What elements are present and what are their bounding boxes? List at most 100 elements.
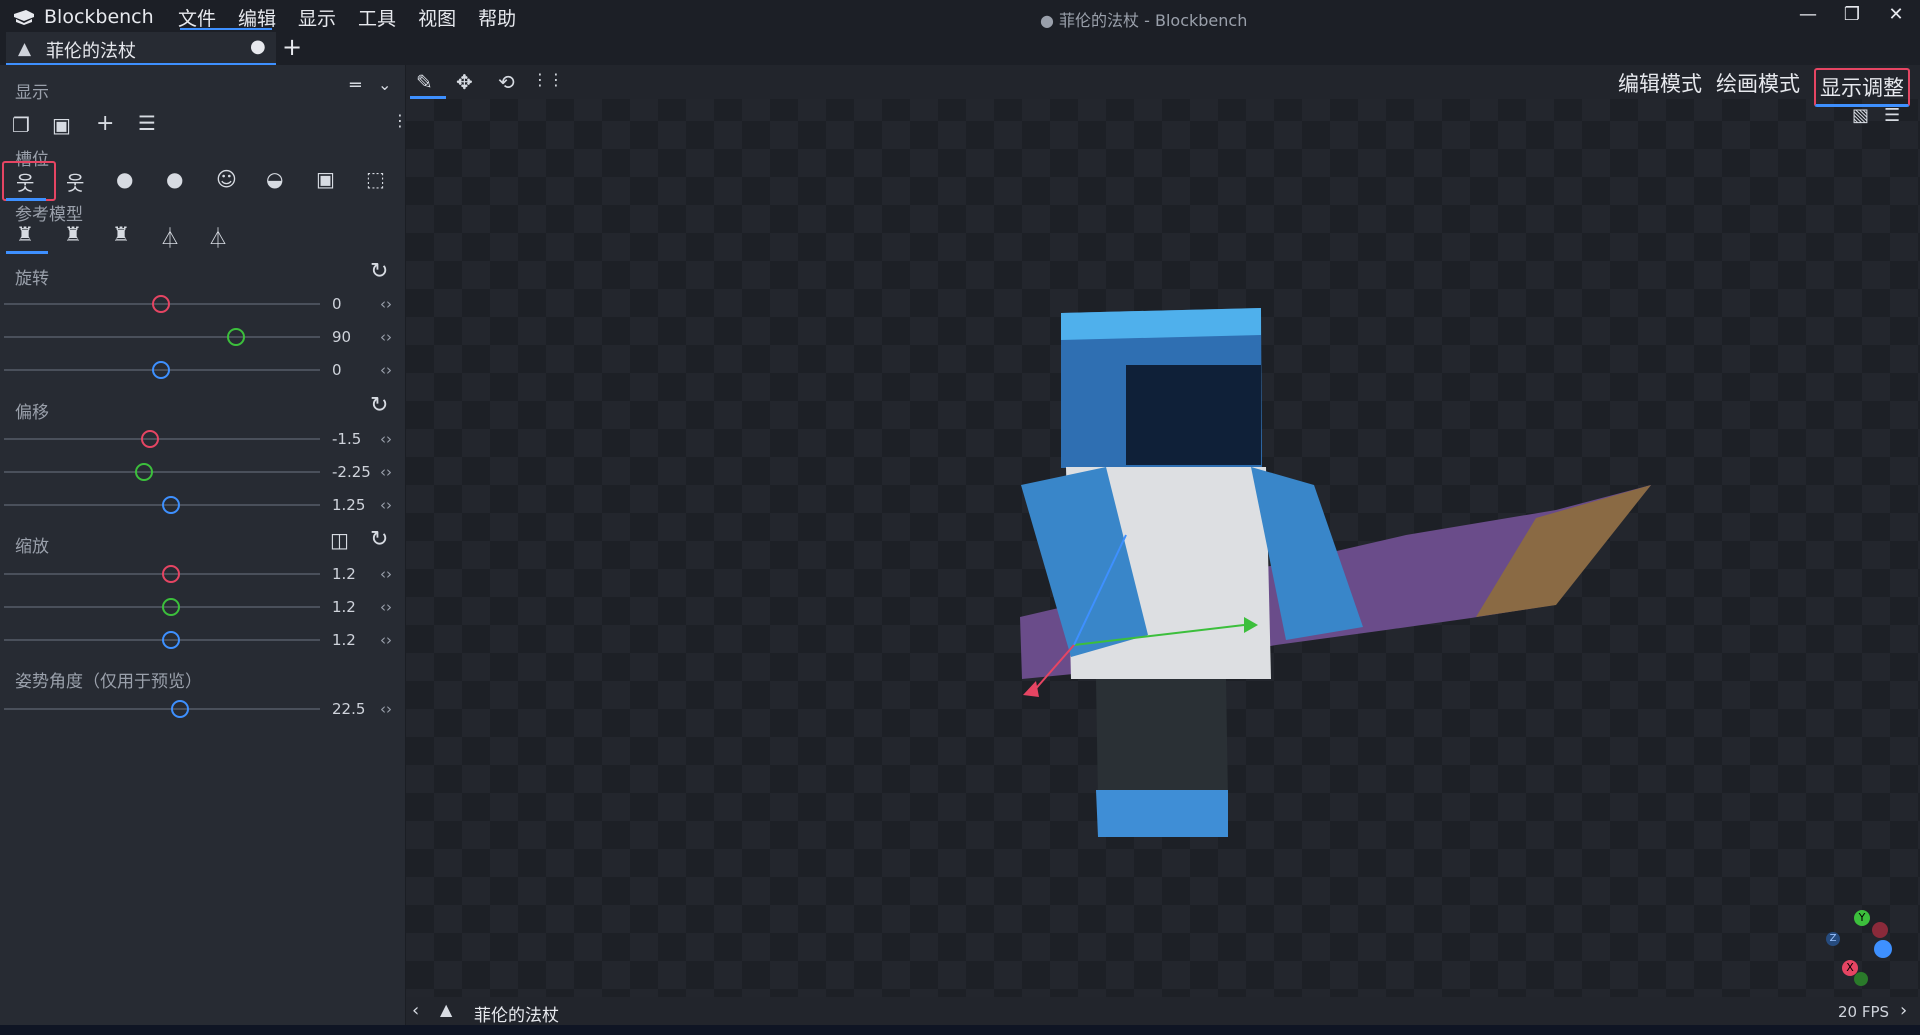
scale-x-arrows-icon[interactable]: ‹› (380, 565, 392, 583)
axis-y-negative-ball[interactable] (1854, 972, 1868, 986)
scale-y-knob[interactable] (162, 598, 180, 616)
viewport-menu-icon[interactable]: ☰ (1884, 105, 1900, 126)
scale-y-arrows-icon[interactable]: ‹› (380, 598, 392, 616)
menu-bar: 文件 编辑 显示 工具 视图 帮助 (176, 4, 518, 31)
scale-x-knob[interactable] (162, 565, 180, 583)
offset-z-value[interactable]: 1.25 (332, 496, 365, 514)
frame-slot-icon[interactable]: ▣ (316, 167, 335, 191)
viewport[interactable]: Y X Z (406, 65, 1920, 997)
pose-angle-arrows-icon[interactable]: ‹› (380, 700, 392, 718)
scale-x-value[interactable]: 1.2 (332, 565, 356, 583)
firstperson-righthand-icon[interactable]: ● (116, 167, 133, 191)
ground-slot-icon[interactable]: ◒ (266, 167, 283, 191)
reference-armor-stand-icon[interactable]: ⏃ (160, 222, 180, 251)
panel-menu-icon[interactable]: ═ (350, 75, 361, 96)
reset-rotation-icon[interactable]: ↻ (370, 259, 388, 284)
rotation-y-arrows-icon[interactable]: ‹› (380, 328, 392, 346)
rotation-z-knob[interactable] (152, 361, 170, 379)
thirdperson-righthand-icon[interactable]: 웃 (16, 167, 34, 196)
offset-x-arrows-icon[interactable]: ‹› (380, 430, 392, 448)
rotation-x-value[interactable]: 0 (332, 295, 342, 313)
reference-selected-underline (6, 251, 48, 254)
mirror-icon[interactable]: ◫ (330, 528, 349, 552)
offset-y-knob[interactable] (135, 463, 153, 481)
scale-z-value[interactable]: 1.2 (332, 631, 356, 649)
rotation-z-value[interactable]: 0 (332, 361, 342, 379)
screenshot-icon[interactable]: ▧ (1852, 105, 1869, 126)
display-mode-tab[interactable]: 显示调整 (1814, 68, 1910, 107)
select-pose-icon[interactable]: ✎ (416, 70, 433, 94)
paste-icon[interactable]: ▣ (52, 113, 71, 137)
new-tab-button[interactable]: + (282, 33, 302, 61)
gui-slot-icon[interactable]: ⬚ (366, 167, 385, 191)
pose-angle-value[interactable]: 22.5 (332, 700, 365, 718)
scale-z-arrows-icon[interactable]: ‹› (380, 631, 392, 649)
pose-angle-knob[interactable] (171, 700, 189, 718)
offset-label: 偏移 (15, 403, 49, 423)
rotation-x-arrows-icon[interactable]: ‹› (380, 295, 392, 313)
scale-z-knob[interactable] (162, 631, 180, 649)
menu-underline (180, 28, 272, 30)
copy-icon[interactable]: ❐ (12, 113, 30, 137)
reference-zombie-icon[interactable]: ♜ (64, 222, 82, 246)
rotate-tool-icon[interactable]: ⟲ (498, 70, 515, 94)
preset-list-icon[interactable]: ☰ (138, 111, 156, 135)
rotation-y-knob[interactable] (227, 328, 245, 346)
offset-z-arrows-icon[interactable]: ‹› (380, 496, 392, 514)
tab-project[interactable]: ▲ 菲伦的法杖 ● (6, 32, 276, 65)
axis-z-positive-ball[interactable] (1874, 940, 1892, 958)
firstperson-lefthand-icon[interactable]: ● (166, 167, 183, 191)
menu-tools[interactable]: 工具 (356, 4, 398, 31)
offset-z-knob[interactable] (162, 496, 180, 514)
pose-angle-slider[interactable] (4, 708, 320, 710)
rotation-z-arrows-icon[interactable]: ‹› (380, 361, 392, 379)
tab-label: 菲伦的法杖 (46, 41, 136, 62)
rotation-x-knob[interactable] (152, 295, 170, 313)
reference-baby-icon[interactable]: ♜ (112, 222, 130, 246)
axis-x-negative-ball[interactable] (1872, 922, 1888, 938)
head-slot-icon[interactable]: ☺ (216, 167, 237, 191)
offset-y-arrows-icon[interactable]: ‹› (380, 463, 392, 481)
offset-x-knob[interactable] (141, 430, 159, 448)
offset-x-value[interactable]: -1.5 (332, 430, 361, 448)
offset-y-slider[interactable] (4, 471, 320, 473)
close-button[interactable]: ✕ (1884, 4, 1908, 25)
restore-button[interactable]: ❐ (1840, 4, 1864, 25)
menu-help[interactable]: 帮助 (476, 4, 518, 31)
collapse-icon[interactable]: ⌄ (378, 75, 391, 94)
scale-y-value[interactable]: 1.2 (332, 598, 356, 616)
thirdperson-lefthand-icon[interactable]: 웃 (66, 167, 84, 196)
menu-view[interactable]: 视图 (416, 4, 458, 31)
character-legs (1096, 679, 1228, 800)
toolbar-more-icon[interactable]: ⋮⋮ (532, 70, 564, 89)
reference-armor-stand-small-icon[interactable]: ⏃ (208, 222, 228, 251)
offset-x-slider[interactable] (4, 438, 320, 440)
rotation-y-slider[interactable] (4, 336, 320, 338)
axis-navigator[interactable]: Y X Z (1826, 910, 1896, 990)
paint-mode-tab[interactable]: 绘画模式 (1716, 68, 1800, 107)
menu-edit[interactable]: 编辑 (236, 4, 278, 31)
app-name: Blockbench (44, 6, 154, 28)
rotation-y-value[interactable]: 90 (332, 328, 351, 346)
chevron-left-icon[interactable]: ‹ (412, 1000, 419, 1021)
axis-z-ball[interactable]: Z (1826, 932, 1840, 946)
offset-y-value[interactable]: -2.25 (332, 463, 371, 481)
add-preset-icon[interactable]: + (96, 111, 114, 136)
reference-player-icon[interactable]: ♜ (16, 222, 34, 246)
edit-mode-tab[interactable]: 编辑模式 (1618, 68, 1702, 107)
axis-y-ball[interactable]: Y (1854, 910, 1870, 926)
model-preview[interactable] (406, 65, 1920, 997)
window-title: ● 菲伦的法杖 - Blockbench (1040, 11, 1248, 30)
gizmo-x-arrow[interactable] (1023, 681, 1039, 697)
move-tool-icon[interactable]: ✥ (456, 70, 473, 94)
head-top (1061, 308, 1261, 340)
minimize-button[interactable]: — (1796, 4, 1820, 25)
unsaved-indicator[interactable]: ● (250, 36, 266, 57)
chevron-right-icon[interactable]: › (1900, 1000, 1907, 1021)
panel-title: 显示 (15, 83, 49, 103)
menu-file[interactable]: 文件 (176, 4, 218, 31)
fps-counter: 20 FPS (1838, 1003, 1890, 1021)
reset-scale-icon[interactable]: ↻ (370, 527, 388, 552)
reset-offset-icon[interactable]: ↻ (370, 393, 388, 418)
menu-display[interactable]: 显示 (296, 4, 338, 31)
